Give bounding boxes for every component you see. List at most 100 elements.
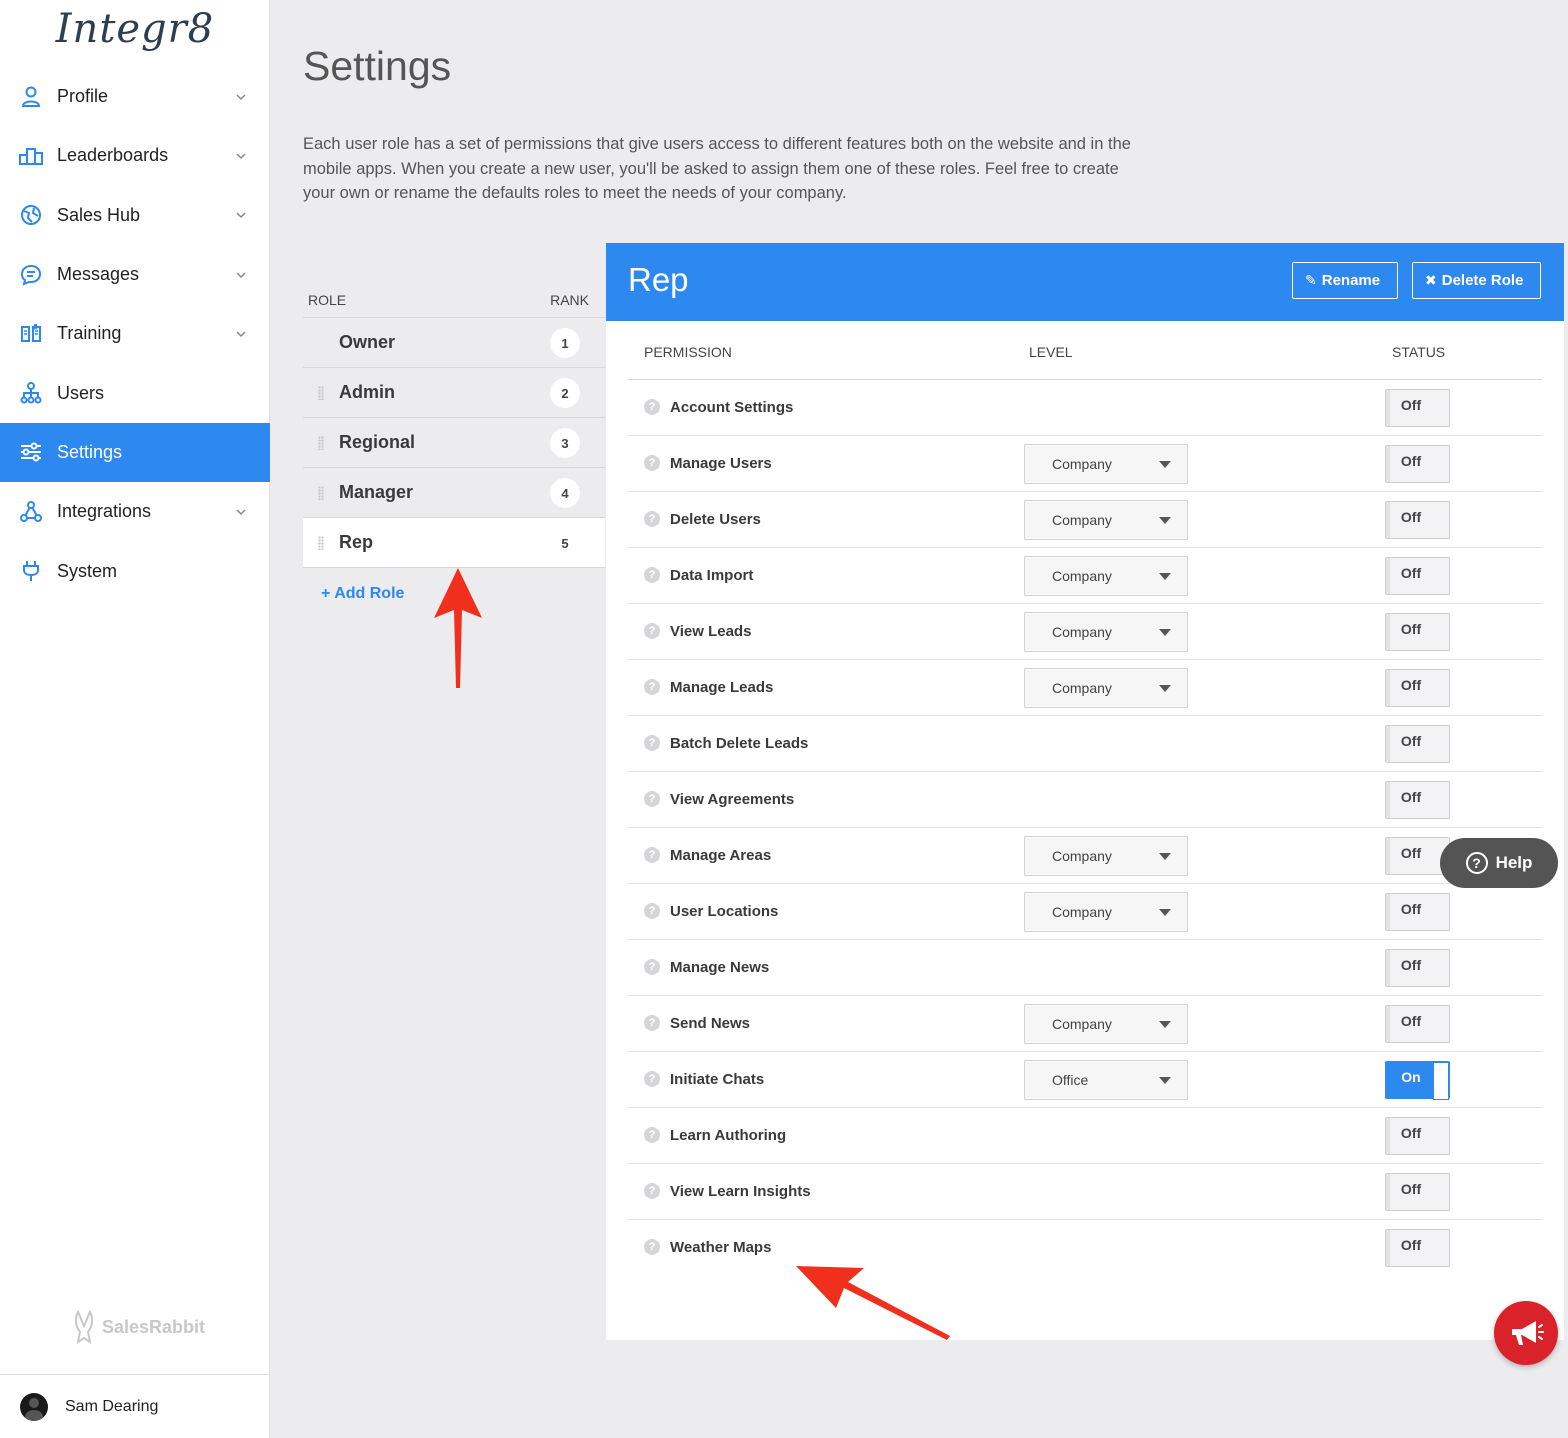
role-row-owner[interactable]: Owner 1 — [303, 318, 605, 368]
level-select[interactable]: Office — [1024, 1060, 1188, 1100]
status-toggle[interactable]: Off — [1385, 501, 1450, 539]
status-toggle[interactable]: Off — [1385, 893, 1450, 931]
help-question-icon[interactable]: ? — [644, 623, 660, 639]
roles-list: ROLE RANK Owner 1 Admin 2 Regional 3 Manager 4 R… — [303, 283, 605, 602]
status-toggle[interactable]: Off — [1385, 949, 1450, 987]
user-menu[interactable]: Sam Dearing — [0, 1374, 270, 1438]
level-column-header: LEVEL — [1029, 344, 1073, 360]
status-label: Off — [1400, 789, 1422, 805]
drag-handle-icon[interactable] — [318, 486, 324, 500]
status-toggle[interactable]: On — [1385, 1061, 1450, 1100]
chevron-down-icon[interactable] — [234, 208, 248, 222]
org-chart-icon — [19, 381, 43, 405]
status-toggle[interactable]: Off — [1385, 1173, 1450, 1211]
status-label: On — [1401, 1069, 1421, 1085]
level-select[interactable]: Company — [1024, 668, 1188, 708]
nodes-icon — [19, 500, 43, 524]
salesrabbit-logo: SalesRabbit — [72, 1310, 205, 1344]
sidebar-item-sales-hub[interactable]: Sales Hub — [0, 186, 270, 245]
annotation-arrow-up-icon — [434, 568, 482, 688]
permission-name: Manage Areas — [670, 847, 772, 864]
status-toggle[interactable]: Off — [1385, 389, 1450, 427]
status-toggle[interactable]: Off — [1385, 1229, 1450, 1267]
help-question-icon[interactable]: ? — [644, 1071, 660, 1087]
role-row-rep[interactable]: Rep 5 — [303, 518, 605, 568]
caret-down-icon — [1159, 573, 1171, 580]
status-toggle[interactable]: Off — [1385, 725, 1450, 763]
status-toggle[interactable]: Off — [1385, 613, 1450, 651]
sidebar-item-training[interactable]: Training — [0, 304, 270, 363]
status-toggle[interactable]: Off — [1385, 1117, 1450, 1155]
rank-badge: 3 — [550, 428, 580, 458]
level-select[interactable]: Company — [1024, 444, 1188, 484]
help-question-icon[interactable]: ? — [644, 791, 660, 807]
permission-row-account-settings: ? Account Settings Off — [628, 380, 1542, 436]
level-select[interactable]: Company — [1024, 500, 1188, 540]
role-row-manager[interactable]: Manager 4 — [303, 468, 605, 518]
chevron-down-icon[interactable] — [234, 505, 248, 519]
permission-name: Weather Maps — [670, 1239, 772, 1256]
help-question-icon[interactable]: ? — [644, 1239, 660, 1255]
sidebar-item-integrations[interactable]: Integrations — [0, 482, 270, 541]
help-question-icon[interactable]: ? — [644, 399, 660, 415]
permission-name: Learn Authoring — [670, 1127, 787, 1144]
book-icon — [19, 322, 43, 346]
level-select[interactable]: Company — [1024, 892, 1188, 932]
status-toggle[interactable]: Off — [1385, 781, 1450, 819]
rename-button[interactable]: ✎ Rename — [1292, 262, 1398, 299]
sidebar-item-messages[interactable]: Messages — [0, 245, 270, 304]
sidebar-item-users[interactable]: Users — [0, 363, 270, 422]
chevron-down-icon[interactable] — [234, 268, 248, 282]
permission-name: View Agreements — [670, 791, 795, 808]
status-label: Off — [1400, 621, 1422, 637]
level-select[interactable]: Company — [1024, 556, 1188, 596]
sidebar-item-profile[interactable]: Profile — [0, 67, 270, 126]
drag-handle-icon[interactable] — [318, 386, 324, 400]
help-question-icon[interactable]: ? — [644, 679, 660, 695]
help-question-icon[interactable]: ? — [644, 567, 660, 583]
permission-name: Delete Users — [670, 511, 761, 528]
caret-down-icon — [1159, 853, 1171, 860]
status-label: Off — [1400, 677, 1422, 693]
help-question-icon[interactable]: ? — [644, 1127, 660, 1143]
drag-handle-icon[interactable] — [318, 536, 324, 550]
status-label: Off — [1400, 733, 1422, 749]
chevron-down-icon[interactable] — [234, 149, 248, 163]
chevron-down-icon[interactable] — [234, 327, 248, 341]
sidebar-item-settings[interactable]: Settings — [0, 422, 270, 483]
level-select[interactable]: Company — [1024, 1004, 1188, 1044]
help-question-icon[interactable]: ? — [644, 455, 660, 471]
level-select[interactable]: Company — [1024, 836, 1188, 876]
role-row-regional[interactable]: Regional 3 — [303, 418, 605, 468]
status-toggle[interactable]: Off — [1385, 445, 1450, 483]
help-question-icon[interactable]: ? — [644, 1015, 660, 1031]
pencil-icon: ✎ — [1305, 272, 1317, 288]
announcements-button[interactable] — [1494, 1301, 1558, 1365]
sidebar-item-label: Messages — [57, 264, 140, 285]
role-name: Owner — [339, 332, 396, 352]
help-question-icon[interactable]: ? — [644, 847, 660, 863]
app-logo[interactable]: Integr8 — [0, 6, 270, 52]
close-icon: ✖ — [1425, 272, 1437, 288]
status-toggle[interactable]: Off — [1385, 669, 1450, 707]
help-button[interactable]: ? Help — [1440, 838, 1558, 888]
permission-row-send-news: ? Send News Company Off — [628, 996, 1542, 1052]
permission-row-view-leads: ? View Leads Company Off — [628, 604, 1542, 660]
sidebar-item-leaderboards[interactable]: Leaderboards — [0, 126, 270, 185]
sidebar-item-label: Leaderboards — [57, 145, 169, 166]
drag-handle-icon[interactable] — [318, 436, 324, 450]
help-question-icon[interactable]: ? — [644, 735, 660, 751]
sidebar-item-system[interactable]: System — [0, 541, 270, 600]
role-row-admin[interactable]: Admin 2 — [303, 368, 605, 418]
help-question-icon[interactable]: ? — [644, 1183, 660, 1199]
add-role-button[interactable]: + Add Role — [321, 585, 404, 603]
status-toggle[interactable]: Off — [1385, 557, 1450, 595]
help-question-icon[interactable]: ? — [644, 903, 660, 919]
level-select[interactable]: Company — [1024, 612, 1188, 652]
chevron-down-icon[interactable] — [234, 90, 248, 104]
delete-role-button[interactable]: ✖ Delete Role — [1412, 262, 1541, 299]
status-toggle[interactable]: Off — [1385, 1005, 1450, 1043]
help-question-icon[interactable]: ? — [644, 511, 660, 527]
roles-header: ROLE RANK — [303, 283, 605, 318]
help-question-icon[interactable]: ? — [644, 959, 660, 975]
